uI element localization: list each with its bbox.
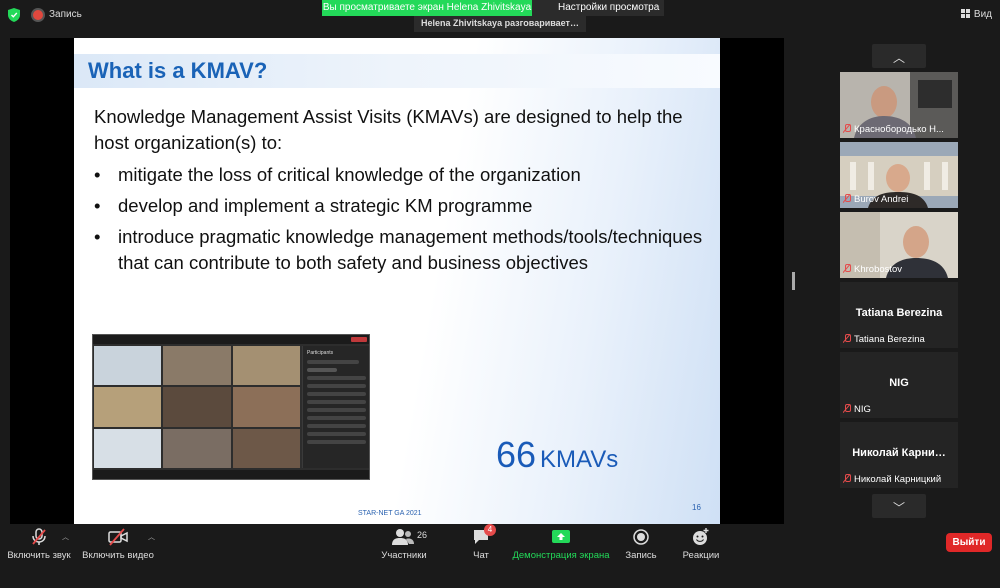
participant-tile[interactable]: Burov Andrei: [840, 142, 958, 208]
video-tile: [232, 428, 300, 468]
start-video-label: Включить видео: [82, 550, 154, 561]
view-options-button[interactable]: Настройки просмотра ⌄: [532, 0, 664, 28]
participant-name: Николай Карницкий: [854, 474, 942, 485]
video-tile: [94, 346, 162, 386]
video-grid: [94, 346, 300, 468]
record-status-label[interactable]: Запись: [49, 9, 82, 20]
record-icon[interactable]: [33, 10, 43, 20]
mic-off-icon: [843, 194, 851, 203]
audio-options-caret[interactable]: ︿: [62, 532, 69, 542]
mic-off-icon: [843, 474, 851, 483]
shared-screen[interactable]: What is a KMAV? Knowledge Management Ass…: [10, 38, 784, 524]
participants-count: 26: [417, 530, 428, 540]
splitter-handle[interactable]: [792, 272, 795, 290]
record-button[interactable]: Запись: [620, 526, 662, 566]
slide-body: Knowledge Management Assist Visits (KMAV…: [94, 104, 704, 281]
unmute-label: Включить звук: [7, 550, 71, 561]
participant-display-name: NIG: [889, 377, 909, 389]
view-options-label: Настройки просмотра: [558, 2, 660, 13]
video-tile: [163, 346, 231, 386]
participant-name: Burov Andrei: [854, 194, 909, 205]
kmav-number: 66: [496, 434, 537, 475]
slide-intro: Knowledge Management Assist Visits (KMAV…: [94, 106, 683, 153]
reactions-label: Реакции: [682, 550, 720, 561]
chevron-down-icon: ﹀: [893, 501, 906, 515]
slide-bullet: introduce pragmatic knowledge management…: [94, 224, 704, 276]
participant-tile[interactable]: Николай Карни… Николай Карницкий: [840, 422, 958, 488]
slide-bullet-list: mitigate the loss of critical knowledge …: [94, 162, 704, 276]
slide-bullet: develop and implement a strategic KM pro…: [94, 193, 704, 219]
view-label: Вид: [973, 9, 992, 20]
mic-off-icon: [843, 124, 851, 133]
active-speaker-label: Helena Zhivitskaya разговаривает…: [414, 16, 586, 32]
kmav-count: 66 KMAVs: [496, 434, 618, 476]
video-tile: [232, 387, 300, 427]
leave-button[interactable]: Выйти: [946, 533, 992, 552]
slide-page-number: 16: [692, 503, 701, 512]
participants-panel: Participants: [302, 346, 369, 468]
video-options-caret[interactable]: ︿: [148, 532, 155, 542]
video-tile: [232, 346, 300, 386]
participant-tile[interactable]: Краснобородько Н...: [840, 72, 958, 138]
mic-off-icon: [843, 334, 851, 343]
reactions-button[interactable]: Реакции: [680, 526, 722, 566]
sharing-banner: Вы просматриваете экран Helena Zhivitska…: [322, 0, 532, 16]
smiley-plus-icon: [693, 528, 709, 545]
participant-name: Tatiana Berezina: [854, 334, 925, 345]
slide-title: What is a KMAV?: [88, 58, 268, 83]
share-screen-icon: [552, 530, 570, 543]
participants-label: Участники: [381, 550, 427, 561]
top-bar: Запись Вы просматриваете экран Helena Zh…: [0, 0, 1000, 32]
record-label: Запись: [625, 550, 657, 561]
participant-display-name: Tatiana Berezina: [855, 307, 943, 319]
chat-unread-badge: 4: [484, 524, 496, 536]
slide-bullet: mitigate the loss of critical knowledge …: [94, 162, 704, 188]
gallery-scroll-up-button[interactable]: ︿: [872, 44, 926, 68]
presentation-slide: What is a KMAV? Knowledge Management Ass…: [74, 38, 720, 524]
view-button[interactable]: Вид: [960, 9, 992, 20]
participants-panel-heading: Participants: [307, 350, 334, 356]
mic-off-icon: [843, 404, 851, 413]
grid-view-icon: [960, 9, 970, 18]
share-screen-label: Демонстрация экрана: [512, 550, 610, 561]
participant-display-name: Николай Карни…: [852, 447, 946, 459]
record-icon: [633, 529, 649, 545]
gallery-scroll-down-button[interactable]: ﹀: [872, 494, 926, 518]
slide-footer: STAR-NET GA 2021: [358, 510, 422, 517]
participant-name: Khrobostov: [854, 264, 903, 275]
kmav-unit: KMAVs: [540, 446, 619, 473]
video-tile: [94, 387, 162, 427]
embedded-meeting-screenshot: Participants: [92, 334, 370, 480]
chevron-up-icon: ︿: [893, 51, 906, 65]
video-tile: [163, 387, 231, 427]
mic-off-icon: [843, 264, 851, 273]
shield-icon[interactable]: [8, 8, 20, 22]
participant-tile[interactable]: NIG NIG: [840, 352, 958, 418]
start-video-button[interactable]: Включить видео: [82, 526, 154, 566]
participants-icon: [392, 529, 414, 545]
participant-name: NIG: [854, 404, 871, 415]
mic-off-icon: [32, 528, 46, 545]
chat-label: Чат: [473, 550, 489, 561]
participant-name: Краснобородько Н...: [854, 124, 944, 135]
share-screen-button[interactable]: Демонстрация экрана: [512, 526, 610, 566]
participant-tile[interactable]: Tatiana Berezina Tatiana Berezina: [840, 282, 958, 348]
video-tile: [94, 428, 162, 468]
video-off-icon: [108, 528, 128, 546]
participant-tile[interactable]: Khrobostov: [840, 212, 958, 278]
video-tile: [163, 428, 231, 468]
